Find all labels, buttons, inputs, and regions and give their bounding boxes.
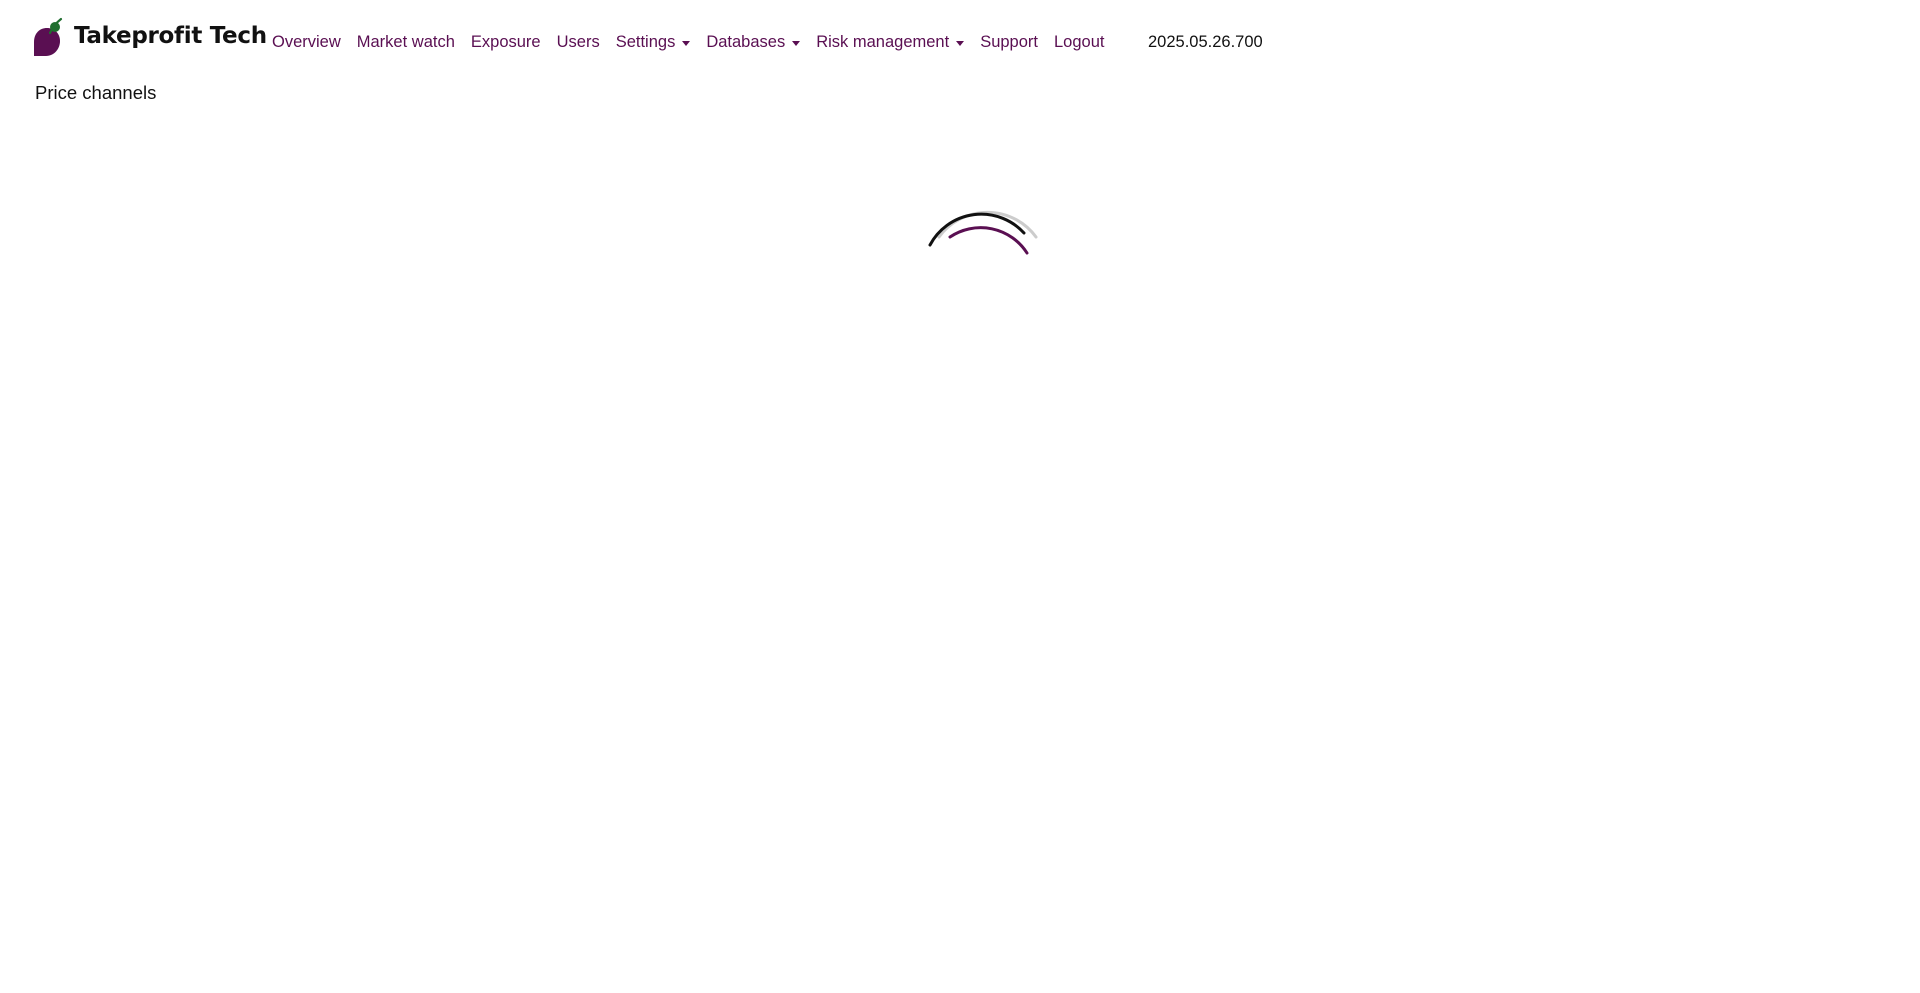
nav-exposure-label: Exposure [470, 33, 541, 51]
nav-risk-management-dropdown[interactable]: Risk management [816, 33, 965, 52]
loading-spinner-icon [928, 210, 1038, 255]
nav-databases-dropdown[interactable]: Databases [706, 33, 801, 52]
caret-down-icon [792, 41, 801, 46]
nav-market-watch-label: Market watch [356, 33, 455, 51]
nav-users-label: Users [556, 33, 600, 51]
nav-overview[interactable]: Overview [272, 33, 341, 52]
takeprofit-leaf-logo-icon [34, 17, 63, 56]
nav-exposure[interactable]: Exposure [471, 33, 541, 52]
nav-logout-label: Logout [1054, 33, 1105, 51]
nav-support[interactable]: Support [980, 33, 1038, 52]
app-version: 2025.05.26.700 [1148, 33, 1263, 51]
brand-name: Takeprofit Tech [74, 23, 267, 49]
caret-down-icon [682, 41, 691, 46]
nav-risk-management-label: Risk management [816, 33, 950, 51]
nav-users[interactable]: Users [557, 33, 600, 52]
brand-home-link[interactable]: Takeprofit Tech [34, 16, 267, 56]
page-title: Price channels [35, 82, 157, 103]
caret-down-icon [956, 41, 965, 46]
nav-logout[interactable]: Logout [1054, 33, 1104, 52]
spinner-middle-arc [928, 212, 1026, 247]
nav-overview-label: Overview [272, 33, 341, 51]
main-nav: Overview Market watch Exposure Users Set… [272, 33, 1120, 52]
nav-settings-label: Settings [615, 33, 676, 51]
nav-support-label: Support [980, 33, 1038, 51]
top-navbar: Takeprofit Tech Overview Market watch Ex… [0, 0, 1920, 80]
nav-market-watch[interactable]: Market watch [357, 33, 455, 52]
spinner-inner-arc [948, 226, 1029, 255]
nav-databases-label: Databases [706, 33, 786, 51]
nav-settings-dropdown[interactable]: Settings [616, 33, 691, 52]
